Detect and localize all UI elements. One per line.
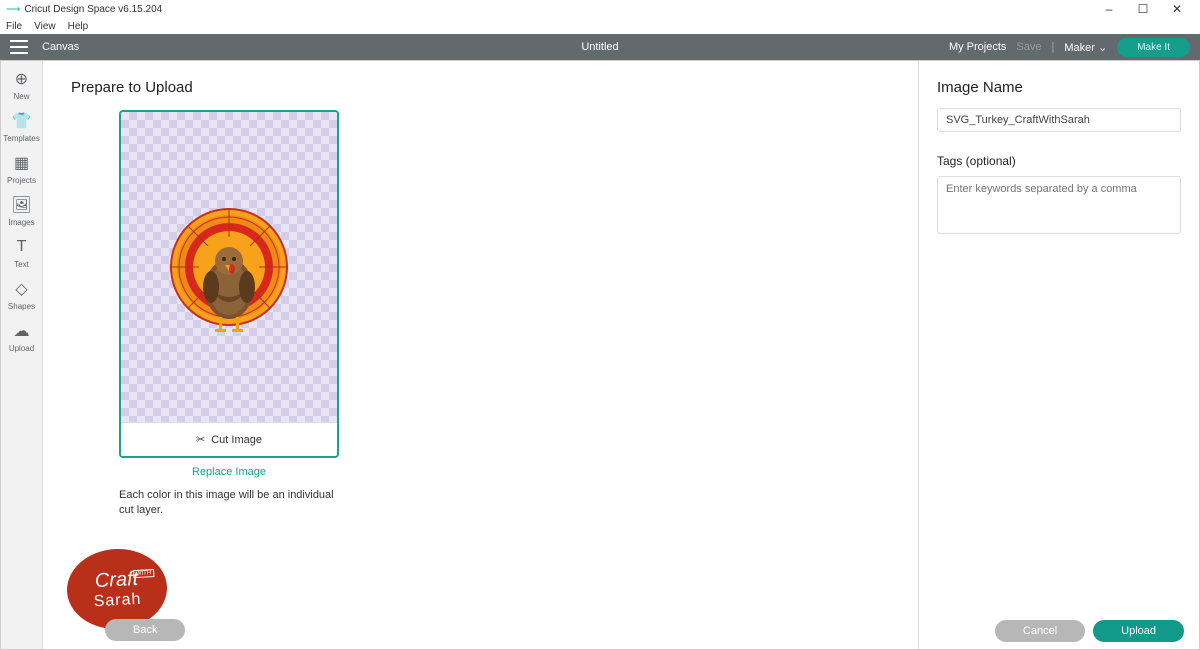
tags-label: Tags (optional): [937, 154, 1181, 168]
image-name-heading: Image Name: [937, 79, 1181, 96]
turkey-image: [159, 192, 299, 342]
sidebar-item-shapes[interactable]: ◇ Shapes: [8, 279, 35, 311]
back-button[interactable]: Back: [105, 619, 185, 641]
image-name-input[interactable]: [937, 108, 1181, 132]
sidebar-item-images[interactable]: 🖼 Images: [8, 195, 34, 227]
image-icon: 🖼: [11, 195, 31, 215]
left-pane: Prepare to Upload: [43, 61, 919, 649]
close-button[interactable]: ✕: [1160, 2, 1194, 16]
sidebar-item-label: Text: [14, 260, 29, 269]
cut-image-row[interactable]: ✂ Cut Image: [121, 422, 337, 456]
menubar: File View Help: [0, 18, 1200, 34]
badge-line2: Sarah: [93, 590, 142, 610]
tags-input[interactable]: [937, 176, 1181, 234]
body: ⊕New 👕Templates ▦Projects 🖼Images TText …: [0, 60, 1200, 650]
minimize-button[interactable]: –: [1092, 2, 1126, 16]
app-logo-icon: ⟶: [6, 4, 20, 15]
my-projects-link[interactable]: My Projects: [949, 41, 1006, 53]
upload-button[interactable]: Upload: [1093, 620, 1184, 642]
sidebar-item-text[interactable]: T Text: [12, 237, 32, 269]
sidebar-item-label: New: [13, 92, 29, 101]
main-area: Prepare to Upload: [43, 61, 1199, 649]
badge-with: WITH: [133, 569, 155, 578]
make-it-button[interactable]: Make It: [1117, 38, 1190, 57]
menu-file[interactable]: File: [6, 21, 22, 32]
left-sidebar: ⊕New 👕Templates ▦Projects 🖼Images TText …: [1, 61, 43, 649]
machine-selector[interactable]: Maker ⌄: [1064, 41, 1107, 54]
app-title: Cricut Design Space v6.15.204: [24, 4, 162, 15]
menu-help[interactable]: Help: [68, 21, 89, 32]
canvas-label[interactable]: Canvas: [42, 41, 79, 53]
sidebar-item-projects[interactable]: ▦ Projects: [7, 153, 36, 185]
page-title: Prepare to Upload: [71, 79, 890, 96]
document-title: Untitled: [581, 41, 618, 53]
toolbar: Canvas Untitled My Projects Save | Maker…: [0, 34, 1200, 60]
sidebar-item-label: Shapes: [8, 302, 35, 311]
sidebar-item-new[interactable]: ⊕ New: [12, 69, 32, 101]
transparency-preview: [121, 112, 337, 422]
window-titlebar: ⟶ Cricut Design Space v6.15.204 – ☐ ✕: [0, 0, 1200, 18]
sidebar-item-templates[interactable]: 👕 Templates: [3, 111, 39, 143]
sidebar-item-label: Images: [8, 218, 34, 227]
sidebar-item-label: Projects: [7, 176, 36, 185]
save-button[interactable]: Save: [1016, 41, 1041, 53]
text-icon: T: [12, 237, 32, 257]
grid-icon: ▦: [12, 153, 32, 173]
shapes-icon: ◇: [11, 279, 31, 299]
right-pane: Image Name Tags (optional) Cancel Upload: [919, 61, 1199, 649]
cancel-button[interactable]: Cancel: [995, 620, 1085, 642]
menu-view[interactable]: View: [34, 21, 56, 32]
sidebar-item-label: Templates: [3, 134, 39, 143]
helper-text: Each color in this image will be an indi…: [119, 488, 339, 519]
chevron-down-icon: ⌄: [1098, 42, 1107, 54]
cut-image-label: Cut Image: [211, 434, 262, 446]
shirt-icon: 👕: [12, 111, 32, 131]
upload-preview-card: ✂ Cut Image: [119, 110, 339, 458]
separator: |: [1052, 41, 1055, 53]
maximize-button[interactable]: ☐: [1126, 2, 1160, 16]
sidebar-item-label: Upload: [9, 344, 34, 353]
replace-image-link[interactable]: Replace Image: [119, 466, 339, 478]
hamburger-icon[interactable]: [10, 40, 28, 54]
cloud-upload-icon: ☁: [11, 321, 31, 341]
sidebar-item-upload[interactable]: ☁ Upload: [9, 321, 34, 353]
plus-circle-icon: ⊕: [12, 69, 32, 89]
scissors-icon: ✂: [196, 433, 205, 446]
